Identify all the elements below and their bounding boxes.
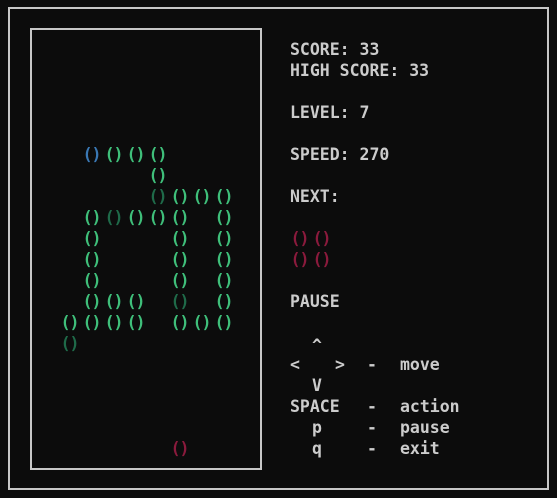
board-block: () <box>170 271 190 290</box>
board-block: () <box>126 145 146 164</box>
next-label: NEXT: <box>290 187 340 206</box>
level-label: LEVEL: <box>290 103 350 122</box>
next-piece-block: () <box>290 229 310 248</box>
score-value: 33 <box>359 40 380 59</box>
board-block: () <box>82 313 102 332</box>
board-block: () <box>104 313 124 332</box>
move-dash: - <box>367 355 377 374</box>
speed-line: SPEED: 270 <box>290 144 389 165</box>
down-arrow-key: V <box>312 376 322 395</box>
right-arrow-key: > <box>335 355 345 374</box>
board-block: () <box>214 250 234 269</box>
board-block: () <box>126 292 146 311</box>
next-piece-block: () <box>290 250 310 269</box>
up-arrow-key: ^ <box>312 336 322 355</box>
action-label: action <box>400 397 460 416</box>
action-dash: - <box>367 397 377 416</box>
board-block: () <box>214 271 234 290</box>
board-block: () <box>82 208 102 227</box>
exit-label: exit <box>400 439 440 458</box>
board-block: () <box>82 292 102 311</box>
board-block: () <box>148 187 168 206</box>
quit-key: q <box>312 439 322 458</box>
high-score-label: HIGH SCORE: <box>290 61 400 80</box>
board-block: () <box>170 187 190 206</box>
space-key: SPACE <box>290 397 340 416</box>
board-block: () <box>60 334 80 353</box>
board-block: () <box>82 271 102 290</box>
board-block: () <box>214 313 234 332</box>
left-arrow-key: < <box>290 355 300 374</box>
board-block: () <box>148 145 168 164</box>
board-block: () <box>214 187 234 206</box>
board-block: () <box>104 208 124 227</box>
board-block: () <box>104 145 124 164</box>
board-block: () <box>148 166 168 185</box>
board-block: () <box>148 208 168 227</box>
board-block: () <box>126 208 146 227</box>
pause-status: PAUSE <box>290 292 340 311</box>
board-block: () <box>104 292 124 311</box>
board-block: () <box>126 313 146 332</box>
board-block: () <box>192 187 212 206</box>
next-piece-block: () <box>312 229 332 248</box>
board-block: () <box>214 292 234 311</box>
score-line: SCORE: 33 <box>290 39 379 60</box>
speed-label: SPEED: <box>290 145 350 164</box>
pause-label: pause <box>400 418 450 437</box>
board-block: () <box>170 292 190 311</box>
high-score-line: HIGH SCORE: 33 <box>290 60 429 81</box>
board-block: () <box>82 250 102 269</box>
next-piece-block: () <box>312 250 332 269</box>
move-label: move <box>400 355 440 374</box>
board-block: () <box>82 145 102 164</box>
pause-dash: - <box>367 418 377 437</box>
board-block: () <box>82 229 102 248</box>
board-block: () <box>170 208 190 227</box>
falling-block: () <box>170 439 190 458</box>
level-value: 7 <box>359 103 370 122</box>
board-block: () <box>214 229 234 248</box>
board-block: () <box>170 229 190 248</box>
pause-key: p <box>312 418 322 437</box>
board-block: () <box>192 313 212 332</box>
level-line: LEVEL: 7 <box>290 102 369 123</box>
high-score-value: 33 <box>409 61 430 80</box>
board-block: () <box>170 250 190 269</box>
board-block: () <box>170 313 190 332</box>
score-label: SCORE: <box>290 40 350 59</box>
board-block: () <box>60 313 80 332</box>
board-block: () <box>214 208 234 227</box>
speed-value: 270 <box>359 145 390 164</box>
exit-dash: - <box>367 439 377 458</box>
